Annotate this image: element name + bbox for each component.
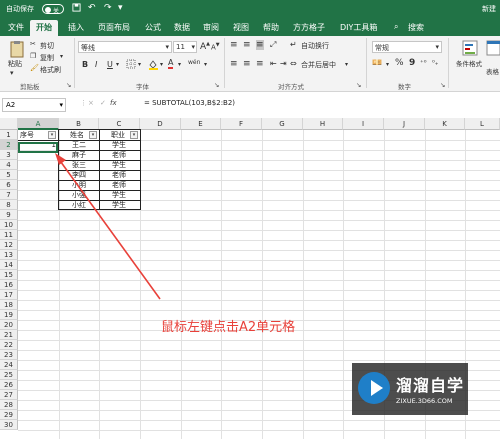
play-triangle-icon: [371, 380, 383, 396]
watermark-url: ZIXUE.3D66.COM: [396, 397, 453, 405]
instruction-text: 鼠标左键点击A2单元格: [161, 320, 296, 335]
watermark: 溜溜自学 ZIXUE.3D66.COM: [352, 363, 468, 415]
watermark-brand: 溜溜自学: [396, 376, 465, 395]
